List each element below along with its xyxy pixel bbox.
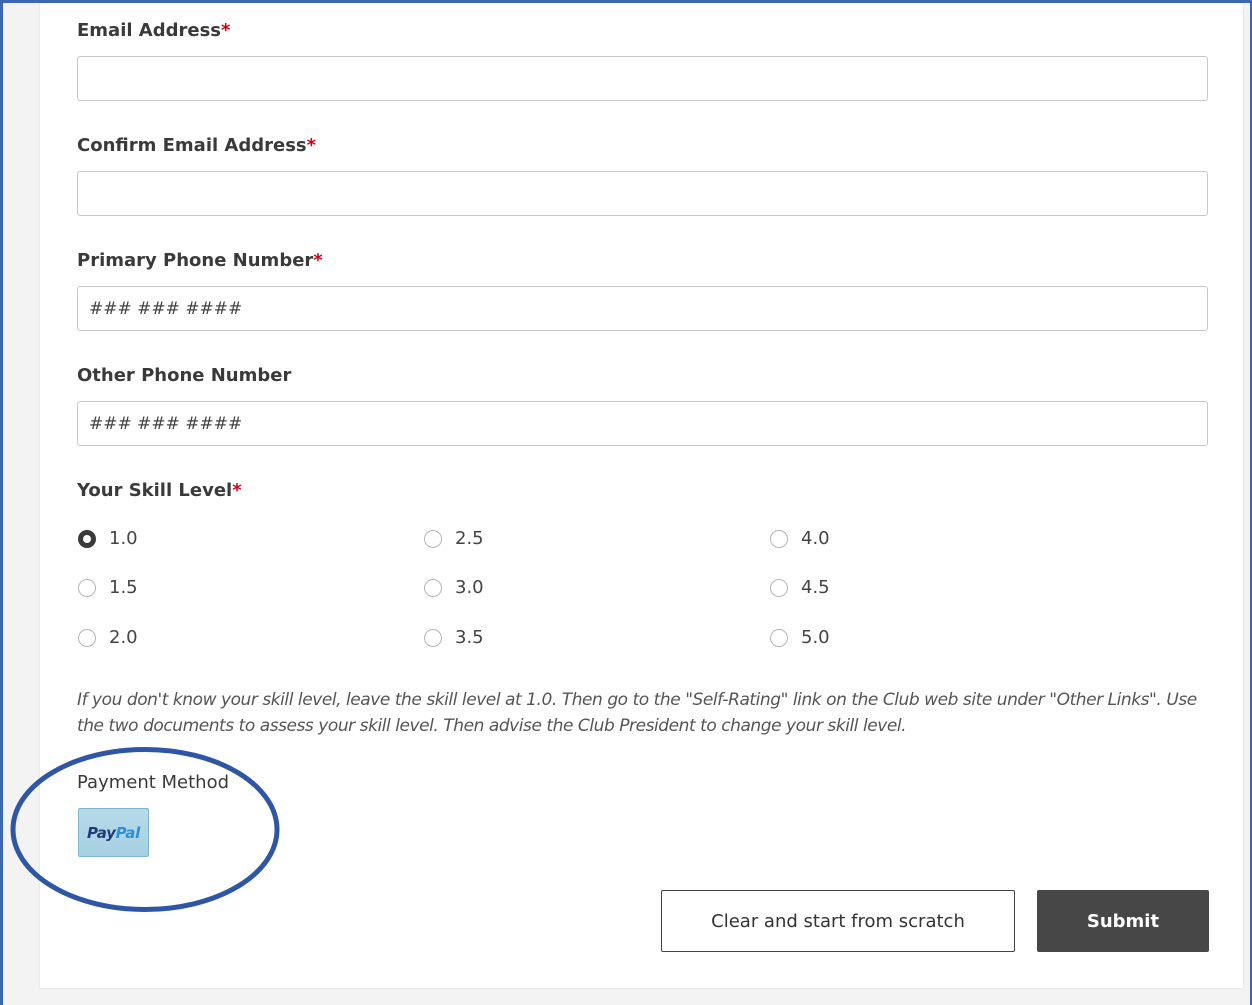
primary-phone-input[interactable]: [77, 286, 1208, 331]
radio-circle[interactable]: [78, 529, 96, 548]
radio-label: 4.0: [801, 528, 830, 549]
skill-radio-1-5[interactable]: 1.5: [78, 577, 138, 598]
other-phone-input[interactable]: [77, 401, 1208, 446]
skill-radio-2-5[interactable]: 2.5: [424, 528, 484, 549]
radio-label: 3.5: [455, 627, 484, 648]
skill-radio-5-0[interactable]: 5.0: [770, 627, 830, 648]
required-mark: *: [232, 480, 242, 501]
skill-radio-3-5[interactable]: 3.5: [424, 627, 484, 648]
skill-help-text: If you don't know your skill level, leav…: [77, 690, 1197, 736]
radio-label: 4.5: [801, 577, 830, 598]
radio-label: 1.0: [109, 528, 138, 549]
radio-circle[interactable]: [770, 529, 788, 548]
radio-label: 1.5: [109, 577, 138, 598]
required-mark: *: [306, 135, 317, 156]
email-label: Email Address*: [77, 20, 231, 41]
required-mark: *: [313, 250, 323, 271]
skill-level-label: Your Skill Level*: [77, 480, 242, 501]
skill-radio-4-5[interactable]: 4.5: [770, 577, 830, 598]
paypal-logo-pal: Pal: [115, 823, 141, 842]
payment-method-label: Payment Method: [77, 772, 230, 793]
radio-circle[interactable]: [424, 628, 442, 647]
radio-label: 3.0: [455, 577, 484, 598]
other-phone-label: Other Phone Number: [77, 365, 292, 386]
paypal-logo-pay: Pay: [87, 823, 116, 842]
clear-form-button[interactable]: Clear and start from scratch: [661, 890, 1015, 952]
radio-label: 5.0: [801, 627, 830, 648]
email-input[interactable]: [77, 56, 1208, 101]
radio-circle[interactable]: [424, 529, 442, 548]
radio-circle[interactable]: [770, 628, 788, 647]
required-mark: *: [221, 20, 231, 41]
radio-circle[interactable]: [78, 628, 96, 647]
confirm-email-label: Confirm Email Address*: [77, 135, 317, 156]
radio-circle[interactable]: [770, 578, 788, 597]
radio-circle[interactable]: [78, 578, 96, 597]
skill-radio-1-0[interactable]: 1.0: [78, 528, 138, 549]
radio-circle[interactable]: [424, 578, 442, 597]
primary-phone-label: Primary Phone Number*: [77, 250, 323, 271]
paypal-button[interactable]: Pay Pal: [78, 808, 149, 857]
skill-radio-4-0[interactable]: 4.0: [770, 528, 830, 549]
confirm-email-input[interactable]: [77, 171, 1208, 216]
submit-button[interactable]: Submit: [1037, 890, 1209, 952]
radio-label: 2.5: [455, 528, 484, 549]
skill-radio-3-0[interactable]: 3.0: [424, 577, 484, 598]
radio-label: 2.0: [109, 627, 138, 648]
skill-radio-2-0[interactable]: 2.0: [78, 627, 138, 648]
